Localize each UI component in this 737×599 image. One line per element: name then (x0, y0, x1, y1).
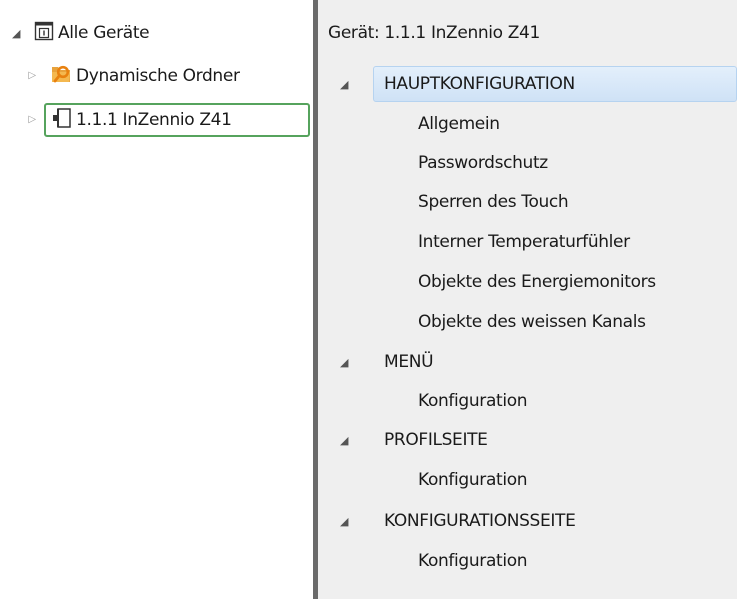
tree-item-device[interactable]: ▷ 1.1.1 InZennio Z41 (26, 102, 232, 138)
tree-item-profilseite-konfiguration[interactable]: Konfiguration (418, 462, 528, 498)
collapsed-triangle-icon[interactable]: ▷ (26, 115, 38, 125)
collapsed-triangle-icon[interactable]: ▷ (26, 71, 38, 81)
tree-item-passwordschutz[interactable]: Passwordschutz (418, 145, 548, 181)
expanded-triangle-icon[interactable]: ◢ (340, 434, 348, 447)
tree-item-sperren-des-touch[interactable]: Sperren des Touch (418, 184, 569, 220)
device-icon (50, 107, 72, 134)
section-label: MENÜ (384, 352, 434, 372)
tree-item-objekte-energiemonitor[interactable]: Objekte des Energiemonitors (418, 264, 656, 300)
section-konfigurationsseite[interactable]: ◢ KONFIGURATIONSSEITE (318, 503, 737, 539)
tree-item-allgemein[interactable]: Allgemein (418, 106, 500, 142)
section-hauptkonfiguration[interactable]: ◢ HAUPTKONFIGURATION (318, 66, 737, 102)
section-label: KONFIGURATIONSSEITE (384, 511, 576, 531)
section-label: PROFILSEITE (384, 430, 488, 450)
device-header: Gerät: 1.1.1 InZennio Z41 (328, 23, 540, 43)
tree-item-interner-temperaturfuehler[interactable]: Interner Temperaturfühler (418, 224, 630, 260)
parameter-tree-pane: Gerät: 1.1.1 InZennio Z41 ◢ HAUPTKONFIGU… (318, 0, 737, 599)
tree-item-objekte-weisser-kanal[interactable]: Objekte des weissen Kanals (418, 304, 646, 340)
expanded-triangle-icon[interactable]: ◢ (340, 515, 348, 528)
dynamic-folder-icon (50, 63, 72, 90)
section-menue[interactable]: ◢ MENÜ (318, 344, 737, 380)
tree-root-all-devices[interactable]: ◢ Alle Geräte (10, 15, 150, 51)
tree-item-label: 1.1.1 InZennio Z41 (76, 110, 232, 130)
tree-item-konfigurationsseite-konfiguration[interactable]: Konfiguration (418, 543, 528, 579)
expanded-triangle-icon[interactable]: ◢ (340, 356, 348, 369)
tree-root-label: Alle Geräte (58, 23, 150, 43)
tree-item-label: Dynamische Ordner (76, 66, 240, 86)
expanded-triangle-icon[interactable]: ◢ (10, 28, 22, 39)
section-profilseite[interactable]: ◢ PROFILSEITE (318, 422, 737, 458)
tree-item-dynamic-folders[interactable]: ▷ Dynamische Ordner (26, 58, 240, 94)
device-tree-pane: ◢ Alle Geräte ▷ Dynamische Ordner ▷ 1.1.… (0, 0, 313, 599)
device-list-icon (34, 21, 54, 46)
section-label: HAUPTKONFIGURATION (384, 74, 575, 94)
tree-item-menue-konfiguration[interactable]: Konfiguration (418, 383, 528, 419)
expanded-triangle-icon[interactable]: ◢ (340, 78, 348, 91)
